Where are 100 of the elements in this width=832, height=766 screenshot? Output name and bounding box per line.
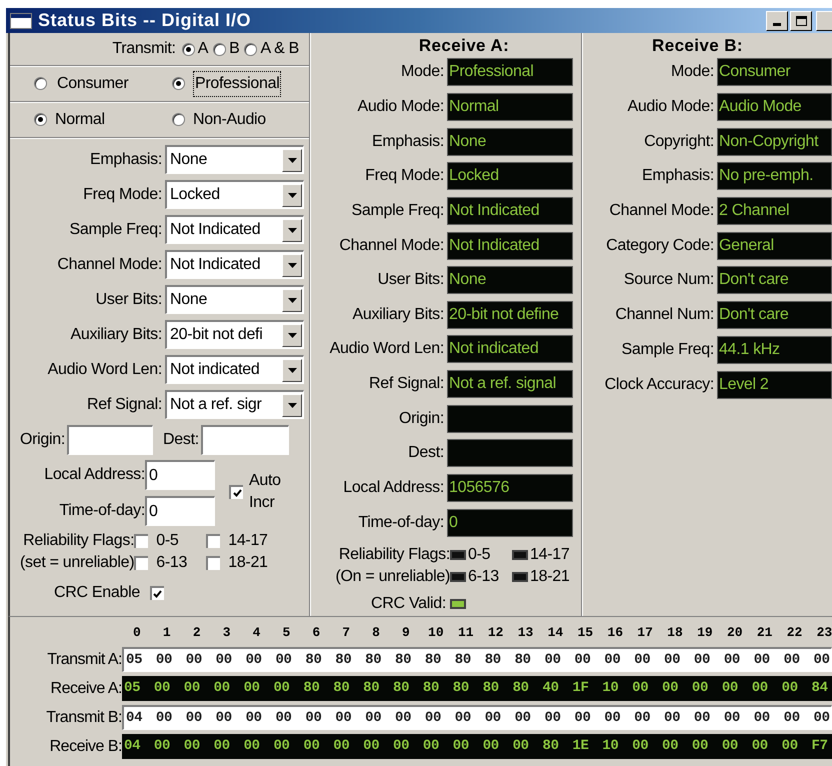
byte-index: 14 (546, 624, 564, 642)
caret-icon (288, 158, 296, 162)
dropdown-arrow-button[interactable] (282, 324, 302, 346)
dropdown-field[interactable]: Not a ref. sigr (165, 390, 304, 419)
time-of-day-field[interactable]: 0 (145, 496, 215, 526)
byte-index: 2 (192, 624, 202, 642)
byte-index: 7 (341, 624, 352, 642)
field-label: User Bits: (376, 270, 445, 290)
checkbox[interactable] (206, 556, 220, 570)
radio-button[interactable] (34, 113, 47, 126)
field-label: Dest: (163, 430, 199, 450)
readout-display: Don't care (717, 301, 832, 330)
checkbox-label[interactable]: Auto Incr (249, 470, 289, 514)
radio-label[interactable]: Consumer (55, 70, 130, 96)
field-label: Ref Signal: (86, 394, 163, 414)
dropdown-field[interactable]: 20-bit not defi (165, 320, 304, 349)
readout-display: 20-bit not define (447, 300, 573, 329)
dropdown-field[interactable]: Not Indicated (165, 250, 304, 279)
checkbox-label[interactable]: 6-13 (156, 552, 188, 574)
window-title: Status Bits -- Digital I/O (38, 9, 252, 32)
checkbox[interactable] (150, 586, 164, 600)
radio-button[interactable] (244, 42, 258, 56)
hex-bytes-field: 04 00 00 00 00 00 00 00 00 00 00 00 00 00 80 1E 10 00 00 00 00 00 00 F7 (122, 734, 832, 759)
byte-index: 1 (162, 624, 172, 642)
reliability-label: Reliability Flags: (338, 544, 450, 565)
panel-heading: Receive A: (418, 35, 510, 55)
checkbox[interactable] (229, 485, 243, 499)
byte-index: 4 (252, 624, 262, 642)
radio-label[interactable]: A & B (260, 37, 299, 61)
checkbox[interactable] (134, 534, 148, 548)
readout-display: No pre-emph. (717, 162, 832, 190)
dropdown-field[interactable]: Not indicated (165, 355, 304, 384)
readout-display: Consumer (717, 58, 832, 86)
readout-display: 1056576 (447, 474, 573, 502)
byte-index: 9 (401, 624, 411, 642)
radio-button[interactable] (213, 42, 226, 56)
dropdown-arrow-button[interactable] (282, 394, 302, 416)
field-label: Freq Mode: (82, 184, 163, 204)
radio-label[interactable]: Non-Audio (193, 108, 266, 132)
field-label: Emphasis: (89, 150, 163, 170)
field-label: Category Code: (605, 236, 715, 256)
dropdown-arrow-button[interactable] (282, 358, 302, 382)
field-label: Local Address: (43, 465, 145, 485)
radio-button[interactable] (182, 42, 195, 56)
dropdown-arrow-button[interactable] (282, 184, 302, 206)
dropdown-arrow-button[interactable] (282, 148, 302, 172)
indicator-label: 14-17 (530, 544, 570, 565)
readout-display: 0 (447, 508, 573, 537)
byte-index: 16 (606, 624, 624, 642)
byte-index: 18 (666, 624, 684, 642)
origin-field[interactable] (67, 425, 154, 455)
field-label: Origin: (398, 408, 445, 429)
dropdown-arrow-button[interactable] (282, 218, 302, 242)
local-address-field[interactable]: 0 (145, 460, 215, 490)
checkbox-label[interactable]: 18-21 (228, 552, 268, 574)
radio-button[interactable] (172, 77, 185, 90)
radio-button[interactable] (34, 77, 47, 90)
checkbox-label[interactable]: 0-5 (156, 530, 178, 552)
readout-display: Not Indicated (447, 232, 573, 260)
field-label: Channel Mode: (338, 236, 445, 256)
checkbox-label[interactable]: 14-17 (228, 530, 268, 552)
readout-display: Audio Mode (717, 93, 832, 122)
dropdown-field[interactable]: Not Indicated (165, 215, 304, 244)
field-label: Sample Freq: (68, 220, 163, 240)
checkbox[interactable] (134, 556, 148, 570)
readout-display: Locked (447, 162, 573, 190)
radio-button[interactable] (172, 113, 185, 126)
hex-bytes-field[interactable]: 05 00 00 00 00 00 80 80 80 80 80 80 80 80 00 00 00 00 00 00 00 00 00 00 (122, 647, 832, 672)
radio-label[interactable]: Normal (55, 108, 105, 132)
maximize-button[interactable] (790, 10, 812, 30)
checkbox[interactable] (206, 534, 220, 548)
caret-icon (288, 298, 296, 302)
field-label: Local Address: (342, 478, 445, 498)
dropdown-arrow-button[interactable] (282, 288, 302, 312)
dropdown-field[interactable]: None (165, 145, 304, 174)
byte-index: 3 (222, 624, 232, 642)
checkmark-icon (153, 590, 162, 598)
caret-icon (288, 192, 296, 198)
minimize-button[interactable] (766, 10, 788, 30)
radio-label[interactable]: B (229, 37, 240, 61)
field-label: Auxiliary Bits: (69, 324, 163, 344)
dropdown-arrow-button[interactable] (282, 254, 302, 276)
hex-bytes-field[interactable]: 04 00 00 00 00 00 00 00 00 00 00 00 00 00 00 00 00 00 00 00 00 00 00 00 (122, 705, 832, 730)
dropdown-field[interactable]: Locked (165, 180, 304, 209)
byte-index: 22 (786, 624, 804, 642)
field-label: User Bits: (94, 290, 163, 310)
dest-field[interactable] (200, 425, 289, 455)
radio-label[interactable]: Professional (193, 70, 282, 96)
maximize-icon (796, 16, 806, 26)
close-button[interactable] (816, 10, 832, 30)
row-label: Transmit B: (45, 708, 122, 728)
radio-label[interactable]: A (198, 37, 208, 61)
readout-display: Not a ref. signal (447, 370, 573, 398)
checkbox-label[interactable]: CRC Enable (54, 581, 140, 605)
field-label: Dest: (407, 443, 445, 464)
field-label: Mode: (670, 62, 715, 82)
transmit-label: Transmit: (112, 39, 176, 59)
field-label: Audio Word Len: (328, 339, 445, 360)
dropdown-field[interactable]: None (165, 285, 304, 314)
field-label: Audio Mode: (356, 96, 445, 117)
